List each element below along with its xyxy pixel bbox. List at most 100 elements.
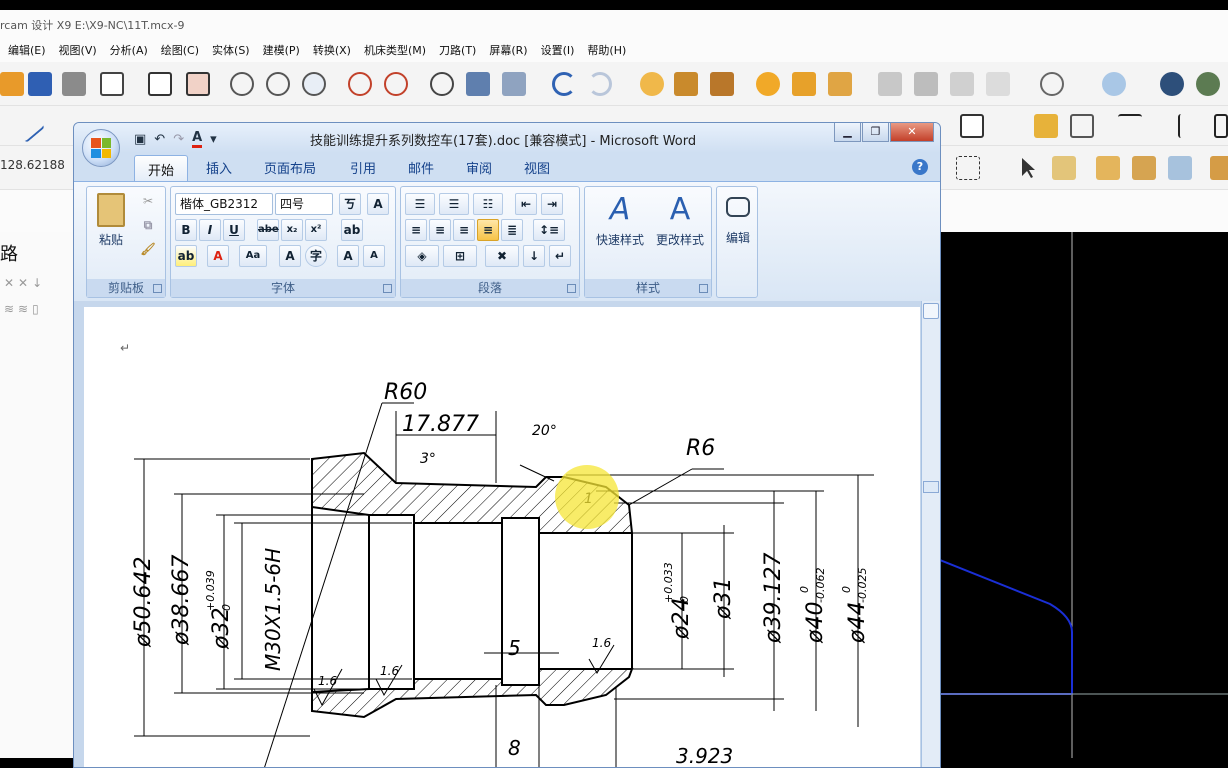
change-styles-button[interactable]: A 更改样式 (649, 193, 711, 248)
undo-icon[interactable]: ↶ (154, 132, 165, 147)
char-shading-icon[interactable]: A (279, 245, 301, 267)
font-size-select[interactable]: 四号 (275, 193, 333, 215)
clipboard-launcher-icon[interactable] (153, 284, 162, 293)
shading-icon[interactable]: ◈ (405, 245, 439, 267)
menu-help[interactable]: 帮助(H) (587, 42, 626, 58)
layer-manager-icon[interactable] (710, 72, 734, 96)
menu-machine-type[interactable]: 机床类型(M) (364, 42, 426, 58)
menu-view[interactable]: 视图(V) (59, 42, 97, 58)
redo-icon[interactable]: ↷ (173, 132, 184, 147)
save-icon[interactable]: ▣ (134, 132, 146, 147)
solid-vertex-icon[interactable] (1210, 156, 1228, 180)
enclose-char-icon[interactable]: 字 (305, 245, 327, 267)
print-icon[interactable] (62, 72, 86, 96)
numbering-icon[interactable]: ☰ (439, 193, 469, 215)
zoom-out-icon[interactable] (384, 72, 408, 96)
tab-home[interactable]: 开始 (134, 155, 189, 181)
office-button[interactable] (82, 129, 120, 167)
menu-settings[interactable]: 设置(I) (541, 42, 575, 58)
change-case-button[interactable]: Aa (239, 245, 267, 267)
ruler-toggle-icon[interactable] (923, 303, 939, 319)
tab-page-layout[interactable]: 页面布局 (264, 158, 316, 177)
quick-styles-button[interactable]: A 快速样式 (589, 193, 651, 248)
baseline-dim-icon[interactable] (1214, 114, 1228, 138)
tab-insert[interactable]: 插入 (206, 158, 232, 177)
unzoom-icon[interactable] (348, 72, 372, 96)
front-view-icon[interactable] (950, 72, 974, 96)
wireframe-icon[interactable] (640, 72, 664, 96)
bold-button[interactable]: B (175, 219, 197, 241)
menu-edit[interactable]: 编辑(E) (8, 42, 46, 58)
menu-draw[interactable]: 绘图(C) (161, 42, 199, 58)
align-center-icon[interactable]: ≡ (429, 219, 451, 241)
grow-font-icon[interactable]: A (337, 245, 359, 267)
insert-icon[interactable] (960, 114, 984, 138)
document-page[interactable]: ↵ R60 17.877 R6 5 8 3.923 20° 3° 1.6 1.6… (84, 307, 920, 767)
menu-xform[interactable]: 转换(X) (313, 42, 351, 58)
underline-button[interactable]: U (223, 219, 245, 241)
justify-icon[interactable]: ≡ (477, 219, 499, 241)
font-color-icon[interactable]: A (207, 245, 229, 267)
select-solid-icon[interactable] (1052, 156, 1076, 180)
align-right-icon[interactable]: ≡ (453, 219, 475, 241)
multilevel-list-icon[interactable]: ☷ (473, 193, 503, 215)
asian-layout-icon[interactable]: ✖ (485, 245, 519, 267)
repaint-icon[interactable] (186, 72, 210, 96)
scroll-thumb[interactable] (923, 481, 939, 493)
borders-icon[interactable]: ⊞ (443, 245, 477, 267)
copy-icon[interactable]: ⧉ (137, 215, 159, 237)
customize-qat-icon[interactable]: ▾ (210, 132, 217, 147)
strikethrough-button[interactable]: abe (257, 219, 279, 241)
italic-button[interactable]: I (199, 219, 221, 241)
panel-toolbar-row-2[interactable]: ≋≋▯ (4, 302, 43, 316)
menu-toolpaths[interactable]: 刀路(T) (439, 42, 476, 58)
font-name-select[interactable]: 楷体_GB2312 (175, 193, 273, 215)
styles-launcher-icon[interactable] (699, 284, 708, 293)
editing-button[interactable]: 编辑 (719, 193, 757, 246)
increase-indent-icon[interactable]: ⇥ (541, 193, 563, 215)
char-border-icon[interactable]: A (367, 193, 389, 215)
material-sphere-icon[interactable] (1196, 72, 1220, 96)
subscript-button[interactable]: x₂ (281, 219, 303, 241)
open-icon[interactable] (0, 72, 24, 96)
solid-edge-icon[interactable] (1168, 156, 1192, 180)
zoom-target-icon[interactable] (266, 72, 290, 96)
selection-box-icon[interactable] (956, 156, 980, 180)
mask-icon[interactable] (828, 72, 852, 96)
decrease-indent-icon[interactable]: ⇤ (515, 193, 537, 215)
font-launcher-icon[interactable] (383, 284, 392, 293)
menu-analyze[interactable]: 分析(A) (110, 42, 148, 58)
line-spacing-icon[interactable]: ↕≡ (533, 219, 565, 241)
change-case-icon[interactable]: ab (341, 219, 363, 241)
menu-screen[interactable]: 屏幕(R) (489, 42, 527, 58)
vertical-scrollbar[interactable] (921, 301, 940, 767)
tab-mailings[interactable]: 邮件 (408, 158, 434, 177)
undo-icon[interactable] (552, 72, 576, 96)
font-color-icon[interactable]: A (192, 130, 203, 148)
bullets-icon[interactable]: ☰ (405, 193, 435, 215)
superscript-button[interactable]: x² (305, 219, 327, 241)
cursor-icon[interactable] (1016, 156, 1040, 180)
close-button[interactable]: ✕ (890, 123, 934, 142)
line-icon[interactable] (11, 109, 45, 143)
zoom-window-icon[interactable] (230, 72, 254, 96)
highlight-icon[interactable]: ab (175, 245, 197, 267)
dynamic-rotate-icon[interactable] (430, 72, 454, 96)
distribute-icon[interactable]: ≣ (501, 219, 523, 241)
sphere-icon[interactable] (1102, 72, 1126, 96)
paragraph-launcher-icon[interactable] (567, 284, 576, 293)
layer-icon[interactable] (674, 72, 698, 96)
graphics-viewport[interactable] (939, 232, 1228, 768)
print-preview-icon[interactable] (100, 72, 124, 96)
paste-button[interactable]: 粘贴 (93, 193, 129, 248)
menu-solids[interactable]: 实体(S) (212, 42, 250, 58)
globe-icon[interactable] (1040, 72, 1064, 96)
restore-button[interactable]: ❐ (862, 123, 889, 142)
solid-body-icon[interactable] (1132, 156, 1156, 180)
named-view-icon[interactable] (502, 72, 526, 96)
tab-review[interactable]: 审阅 (466, 158, 492, 177)
solid-face-icon[interactable] (1096, 156, 1120, 180)
sort-icon[interactable]: ↓ (523, 245, 545, 267)
menu-model[interactable]: 建模(P) (263, 42, 300, 58)
tab-references[interactable]: 引用 (350, 158, 376, 177)
